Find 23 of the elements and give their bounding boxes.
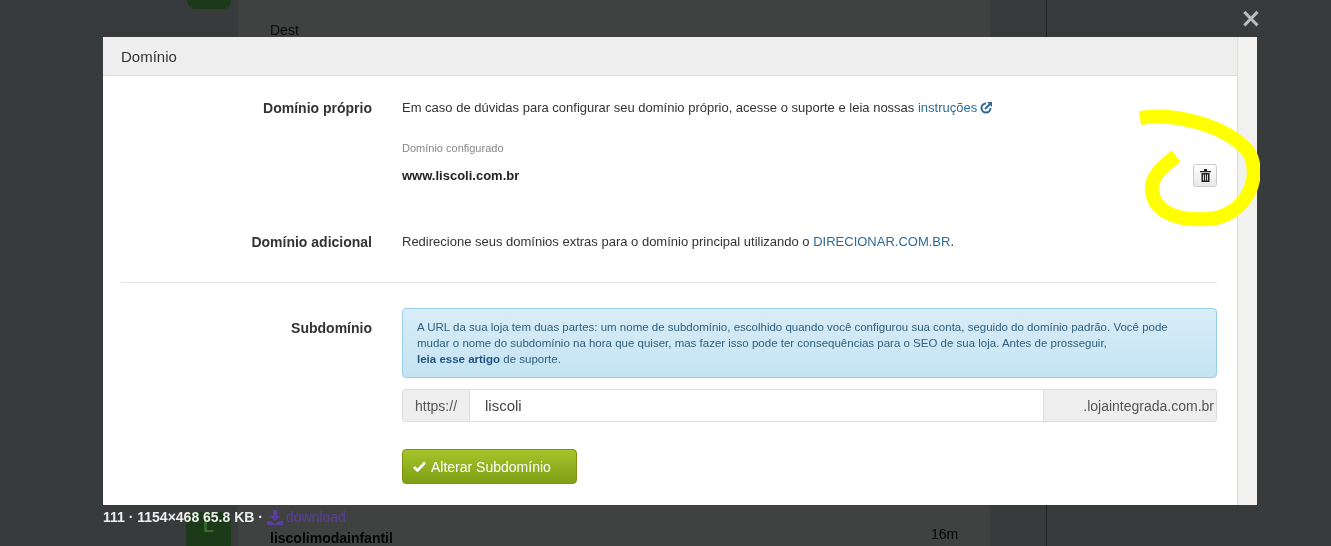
domain-value: www.liscoli.com.br [402,168,520,183]
help-text: Redirecione seus domínios extras para o domínio principal utilizando o DIRECIONAR.COM.BR. [402,234,956,250]
external-link-icon [980,102,993,114]
close-button[interactable]: × [1238,5,1264,31]
field-label: Domínio adicional [250,234,372,250]
url-suffix: .lojaintegrada.com.br [1043,389,1217,422]
check-icon [413,461,426,472]
help-text: Em caso de dúvidas para configurar seu domínio próprio, acesse o suporte e leia nossas instruções [402,100,1217,115]
field-label: Subdomínio [290,320,372,338]
modal-title: Domínio [121,47,177,65]
url-prefix: https:// [402,389,471,422]
timestamp: 16m [931,526,959,542]
username: liscolimodainfantil [270,530,393,546]
trash-icon [1199,169,1211,182]
instructions-link[interactable]: instruções [918,100,993,115]
field-label: Domínio configurado [402,142,505,154]
delete-button[interactable] [1193,164,1217,187]
article-link[interactable]: leia esse artigo [417,353,501,365]
subdomain-field[interactable]: liscoli [470,389,1043,422]
download-icon [266,509,283,525]
field-label: Domínio próprio [262,100,372,118]
post-text: Dest [270,22,299,38]
info-alert: A URL da sua loja tem duas partes: um nome de subdomínio, escolhido quando você configurou sua conta, seguido do domínio padrão. Você pode mudar o nome do subdomínio na hora que quiser, mas fazer isso pode ter consequências para o SEO de sua loja. Antes de prosseguir, leia esse artigo de suporte. [402,308,1217,378]
